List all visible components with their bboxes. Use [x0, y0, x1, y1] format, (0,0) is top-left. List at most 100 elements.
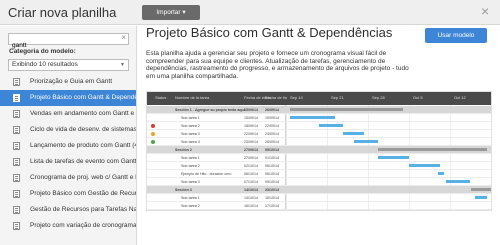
preview-end-date: 01/10/14	[265, 156, 279, 160]
import-button[interactable]: Importar ▾	[142, 5, 200, 20]
preview-task-name: Sub-tarea 1	[181, 156, 200, 160]
preview-task-name: Sub-tarea 1	[181, 196, 200, 200]
preview-row: Sub-tarea 1 27/09/14 01/10/14	[147, 154, 491, 162]
use-template-button[interactable]: Usar modelo	[425, 28, 487, 43]
sheet-icon	[13, 142, 20, 150]
clear-search-icon[interactable]: ×	[121, 33, 126, 42]
preview-task-name: Sub-tarea 3	[181, 132, 200, 136]
sheet-icon	[13, 126, 20, 134]
preview-start-date: 14/10/14	[244, 188, 258, 192]
preview-start-date: 23/09/14	[244, 140, 258, 144]
preview-task-name: Sub-tarea 2	[181, 164, 200, 168]
template-preview-image: Status Nombre de la tarea Fecha de inici…	[146, 91, 492, 211]
preview-end-date: 22/09/14	[265, 124, 279, 128]
preview-row: Sub-tarea 3 - múltiples modos 16/10/14 23/…	[147, 210, 492, 211]
template-list-item[interactable]: Cronograma de proj. web c/ Gantt e D	[0, 170, 137, 186]
preview-end-date: 09/10/14	[265, 180, 279, 184]
preview-start-date: 18/09/14	[244, 124, 258, 128]
preview-task-name: Sección 1 - Agregue su propio texto aquí	[175, 108, 245, 112]
results-select-value: Exibindo 10 resultados	[12, 61, 78, 68]
gantt-bar	[353, 140, 379, 143]
preview-end-date: 26/09/14	[265, 108, 279, 112]
sheet-icon	[13, 78, 20, 86]
close-icon[interactable]: ×	[481, 2, 489, 20]
preview-header-status: Status	[155, 95, 167, 100]
template-list-item[interactable]: Vendas em andamento com Gantt e c	[0, 106, 137, 122]
template-list-item-label: Projeto com variação de cronograma	[30, 222, 137, 229]
preview-task-name: Sub-tarea 4	[181, 140, 200, 144]
gantt-bar	[409, 164, 440, 167]
sheet-icon	[13, 110, 20, 118]
gantt-bar	[474, 196, 487, 199]
preview-end-date: 06/10/14	[265, 172, 279, 176]
preview-end-date: 09/10/14	[265, 148, 279, 152]
preview-start-date: 02/10/14	[244, 164, 258, 168]
search-box[interactable]: ×	[8, 33, 129, 51]
gantt-bar	[378, 148, 487, 151]
preview-row: Ejemplo de Hito - duración cero 06/10/14 0…	[147, 170, 491, 178]
template-list-item[interactable]: Projeto com variação de cronograma	[0, 218, 137, 234]
gantt-bar	[343, 132, 364, 135]
preview-row: Sección 2 27/09/14 09/10/14	[147, 146, 491, 154]
preview-header-task: Nombre de la tarea	[175, 95, 210, 100]
template-list: Priorização e Guia em Gantt Projeto Básic…	[0, 74, 137, 234]
template-list-item[interactable]: Projeto Básico com Gestão de Recur	[0, 186, 137, 202]
preview-start-date: 15/09/14	[244, 116, 258, 120]
sheet-icon	[13, 174, 20, 182]
preview-start-date: 27/09/14	[244, 148, 258, 152]
template-list-item-label: Vendas em andamento com Gantt e c	[30, 110, 137, 117]
template-title: Projeto Básico com Gantt & Dependências	[146, 25, 393, 40]
preview-start-date: 22/09/14	[244, 132, 258, 136]
template-list-item[interactable]: Lançamento de produto com Gantt (4	[0, 138, 137, 154]
preview-end-date: 19/09/14	[265, 116, 279, 120]
template-list-item-label: Projeto Básico com Gantt & Dependê	[30, 94, 137, 101]
preview-task-name: Sub-tarea 3	[181, 180, 200, 184]
sheet-icon	[13, 94, 20, 102]
preview-row: Sub-tarea 2 18/09/14 22/09/14	[147, 122, 491, 130]
preview-task-name: Sección 2	[175, 148, 192, 152]
template-list-item-label: Gestão de Recursos para Tarefas Na	[30, 206, 137, 213]
sheet-icon	[13, 158, 20, 166]
preview-start-date: 27/09/14	[244, 156, 258, 160]
preview-task-name: Ejemplo de Hito - duración cero	[181, 172, 232, 176]
preview-start-date: 16/10/14	[244, 204, 258, 208]
template-list-item-label: Lançamento de produto com Gantt (4	[30, 142, 137, 149]
preview-row: Sub-tarea 1 14/10/14 15/10/14	[147, 194, 491, 202]
template-list-item-label: Projeto Básico com Gestão de Recur	[30, 190, 137, 197]
preview-row: Sub-tarea 2 16/10/14 17/10/14	[147, 202, 491, 210]
preview-start-date: 16/10/14	[244, 210, 258, 211]
gantt-bar	[290, 108, 403, 111]
preview-start-date: 06/10/14	[244, 172, 258, 176]
template-list-item[interactable]: Ciclo de vida de desenv. de sistemas	[0, 122, 136, 138]
preview-header-month: Sep 14	[290, 95, 303, 100]
template-list-item[interactable]: Lista de tarefas de evento com Gantt	[0, 154, 137, 170]
gantt-bar	[318, 124, 344, 127]
preview-task-name: Sub-tarea 3 - múltiples modos	[181, 210, 229, 211]
gantt-bar	[470, 188, 491, 191]
top-bar: Criar nova planilha Importar ▾ ×	[0, 0, 500, 25]
template-list-item[interactable]: Priorização e Guia em Gantt	[0, 74, 136, 90]
preview-row: Sección 3 14/10/14 23/10/14	[147, 186, 491, 194]
preview-row: Sub-tarea 4 23/09/14 26/09/14	[147, 138, 491, 146]
template-list-item-label: Cronograma de proj. web c/ Gantt e D	[30, 174, 137, 181]
preview-start-date: 15/09/14	[244, 108, 258, 112]
gantt-bar	[378, 156, 409, 159]
chevron-down-icon: ▼	[120, 62, 125, 68]
dialog-title: Criar nova planilha	[8, 5, 117, 20]
preview-header-month: Oct 12	[454, 95, 466, 100]
template-list-item[interactable]: Gestão de Recursos para Tarefas Na	[0, 202, 137, 218]
gantt-bar	[445, 180, 471, 183]
preview-end-date: 24/09/14	[265, 132, 279, 136]
preview-end-date: 06/10/14	[265, 164, 279, 168]
preview-row: Sub-tarea 1 15/09/14 19/09/14	[147, 114, 491, 122]
preview-task-name: Sub-tarea 2	[181, 204, 200, 208]
template-list-item[interactable]: Projeto Básico com Gantt & Dependê	[0, 90, 137, 106]
preview-header-month: Oct 5	[413, 95, 423, 100]
results-select[interactable]: Exibindo 10 resultados ▼	[8, 59, 129, 71]
sheet-icon	[13, 222, 20, 230]
template-list-item-label: Lista de tarefas de evento com Gantt	[30, 158, 137, 165]
preview-end-date: 15/10/14	[265, 196, 279, 200]
status-dot-icon	[151, 132, 155, 136]
preview-task-name: Sub-tarea 1	[181, 116, 200, 120]
status-dot-icon	[151, 140, 155, 144]
